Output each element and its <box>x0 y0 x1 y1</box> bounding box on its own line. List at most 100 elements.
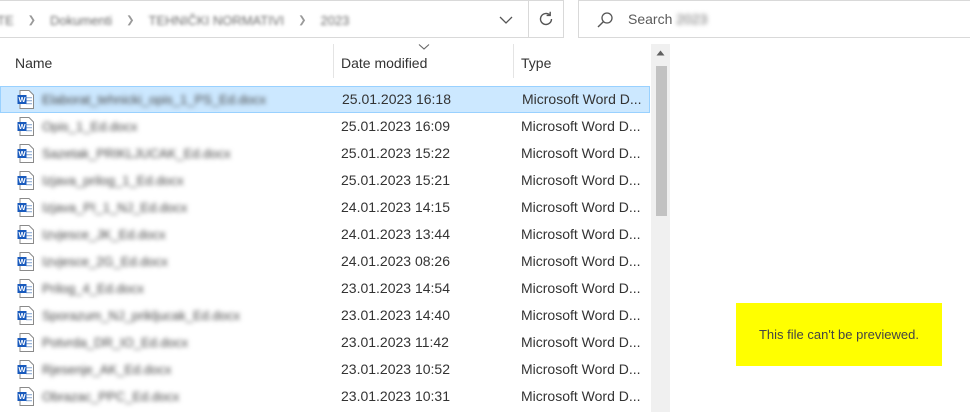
svg-text:W: W <box>18 122 26 131</box>
file-type: Microsoft Word D... <box>521 199 641 215</box>
word-document-icon: W <box>17 252 34 271</box>
chevron-right-icon: ❯ <box>298 14 307 26</box>
file-name: Opis_1_Ed.docx <box>42 119 138 134</box>
svg-text:W: W <box>18 365 26 374</box>
refresh-icon <box>539 11 553 26</box>
file-row[interactable]: W Izvjesce_JK_Ed.docx 24.01.2023 13:44 M… <box>0 221 650 248</box>
file-row[interactable]: W Elaborat_tehnicki_opis_1_PS_Ed.docx 25… <box>0 86 650 113</box>
word-document-icon: W <box>17 198 34 217</box>
file-row[interactable]: W Potvrda_DR_IO_Ed.docx 23.01.2023 11:42… <box>0 329 650 356</box>
file-name: Sazetak_PRIKLJUCAK_Ed.docx <box>42 146 231 161</box>
file-date-modified: 24.01.2023 13:44 <box>341 226 450 242</box>
svg-text:W: W <box>18 230 26 239</box>
file-name: Prilog_4_Ed.docx <box>42 281 144 296</box>
file-list: W Elaborat_tehnicki_opis_1_PS_Ed.docx 25… <box>0 86 650 410</box>
file-type: Microsoft Word D... <box>521 172 641 188</box>
breadcrumb-item[interactable]: TE <box>0 13 14 28</box>
scroll-thumb[interactable] <box>656 66 667 216</box>
scroll-up-button[interactable] <box>651 44 670 61</box>
word-document-icon: W <box>17 306 34 325</box>
word-document-icon: W <box>17 225 34 244</box>
file-type: Microsoft Word D... <box>521 334 641 350</box>
word-document-icon: W <box>17 144 34 163</box>
file-row[interactable]: W Sporazum_NJ_prikljucak_Ed.docx 23.01.2… <box>0 302 650 329</box>
svg-text:W: W <box>18 338 26 347</box>
refresh-button[interactable] <box>528 0 564 38</box>
svg-text:W: W <box>18 311 26 320</box>
word-document-icon: W <box>17 279 34 298</box>
chevron-down-icon <box>499 16 513 24</box>
file-type: Microsoft Word D... <box>521 307 641 323</box>
file-row[interactable]: W Opis_1_Ed.docx 25.01.2023 16:09 Micros… <box>0 113 650 140</box>
file-date-modified: 24.01.2023 14:15 <box>341 199 450 215</box>
preview-pane-message: This file can't be previewed. <box>736 303 942 366</box>
file-name: Sporazum_NJ_prikljucak_Ed.docx <box>42 308 240 323</box>
column-divider[interactable] <box>513 44 514 78</box>
breadcrumb-item[interactable]: TEHNIČKI NORMATIVI <box>149 13 285 28</box>
file-date-modified: 24.01.2023 08:26 <box>341 253 450 269</box>
svg-text:W: W <box>18 149 26 158</box>
file-row[interactable]: W Izjava_prilog_1_Ed.docx 25.01.2023 15:… <box>0 167 650 194</box>
search-placeholder: Search 2023 <box>628 11 708 27</box>
file-row[interactable]: W Prilog_4_Ed.docx 23.01.2023 14:54 Micr… <box>0 275 650 302</box>
file-type: Microsoft Word D... <box>521 145 641 161</box>
file-date-modified: 25.01.2023 15:22 <box>341 145 450 161</box>
file-type: Microsoft Word D... <box>521 280 641 296</box>
file-row[interactable]: W Izvjesce_2G_Ed.docx 24.01.2023 08:26 M… <box>0 248 650 275</box>
word-document-icon: W <box>17 117 34 136</box>
file-row[interactable]: W Sazetak_PRIKLJUCAK_Ed.docx 25.01.2023 … <box>0 140 650 167</box>
svg-text:W: W <box>18 392 26 401</box>
breadcrumb: TE ❯ Dokumenti ❯ TEHNIČKI NORMATIVI ❯ 20… <box>0 10 349 30</box>
word-document-icon: W <box>17 90 34 109</box>
file-date-modified: 25.01.2023 16:18 <box>342 91 451 107</box>
word-document-icon: W <box>17 360 34 379</box>
file-date-modified: 23.01.2023 14:40 <box>341 307 450 323</box>
search-input[interactable]: Search 2023 <box>578 0 970 38</box>
file-date-modified: 23.01.2023 11:42 <box>341 334 449 350</box>
file-name: Izjava_PI_1_NJ_Ed.docx <box>42 200 188 215</box>
address-history-dropdown-button[interactable] <box>495 9 517 31</box>
file-row[interactable]: W Obrazac_PPC_Ed.docx 23.01.2023 10:31 M… <box>0 383 650 410</box>
file-type: Microsoft Word D... <box>522 91 642 107</box>
column-header-name[interactable]: Name <box>15 48 333 78</box>
svg-text:W: W <box>18 176 26 185</box>
file-date-modified: 23.01.2023 10:52 <box>341 361 450 377</box>
file-date-modified: 25.01.2023 15:21 <box>341 172 450 188</box>
file-name: Izjava_prilog_1_Ed.docx <box>42 173 184 188</box>
file-date-modified: 23.01.2023 14:54 <box>341 280 450 296</box>
file-type: Microsoft Word D... <box>521 361 641 377</box>
file-type: Microsoft Word D... <box>521 253 641 269</box>
file-type: Microsoft Word D... <box>521 118 641 134</box>
file-date-modified: 25.01.2023 16:09 <box>341 118 450 134</box>
search-icon <box>597 12 613 28</box>
breadcrumb-item[interactable]: 2023 <box>320 13 349 28</box>
column-header-type[interactable]: Type <box>521 48 649 78</box>
file-name: Potvrda_DR_IO_Ed.docx <box>42 335 188 350</box>
scroll-up-arrow-icon <box>656 50 665 55</box>
svg-text:W: W <box>18 257 26 266</box>
file-row[interactable]: W Izjava_PI_1_NJ_Ed.docx 24.01.2023 14:1… <box>0 194 650 221</box>
file-name: Elaborat_tehnicki_opis_1_PS_Ed.docx <box>42 92 267 107</box>
file-row[interactable]: W Rjesenje_AK_Ed.docx 23.01.2023 10:52 M… <box>0 356 650 383</box>
chevron-right-icon: ❯ <box>27 14 37 26</box>
svg-text:W: W <box>18 284 26 293</box>
word-document-icon: W <box>17 387 34 406</box>
file-date-modified: 23.01.2023 10:31 <box>341 388 450 404</box>
file-name: Obrazac_PPC_Ed.docx <box>42 389 180 404</box>
file-name: Rjesenje_AK_Ed.docx <box>42 362 172 377</box>
word-document-icon: W <box>17 171 34 190</box>
address-bar[interactable]: TE ❯ Dokumenti ❯ TEHNIČKI NORMATIVI ❯ 20… <box>0 0 530 38</box>
vertical-scrollbar[interactable] <box>651 44 670 412</box>
breadcrumb-item[interactable]: Dokumenti <box>50 13 112 28</box>
word-document-icon: W <box>17 333 34 352</box>
file-type: Microsoft Word D... <box>521 226 641 242</box>
svg-text:W: W <box>18 95 26 104</box>
preview-message-text: This file can't be previewed. <box>758 327 919 342</box>
svg-text:W: W <box>18 203 26 212</box>
column-divider[interactable] <box>333 44 334 78</box>
column-header-date-modified[interactable]: Date modified <box>341 48 513 78</box>
file-name: Izvjesce_2G_Ed.docx <box>42 254 168 269</box>
chevron-right-icon: ❯ <box>126 14 135 26</box>
file-name: Izvjesce_JK_Ed.docx <box>42 227 166 242</box>
file-type: Microsoft Word D... <box>521 388 641 404</box>
